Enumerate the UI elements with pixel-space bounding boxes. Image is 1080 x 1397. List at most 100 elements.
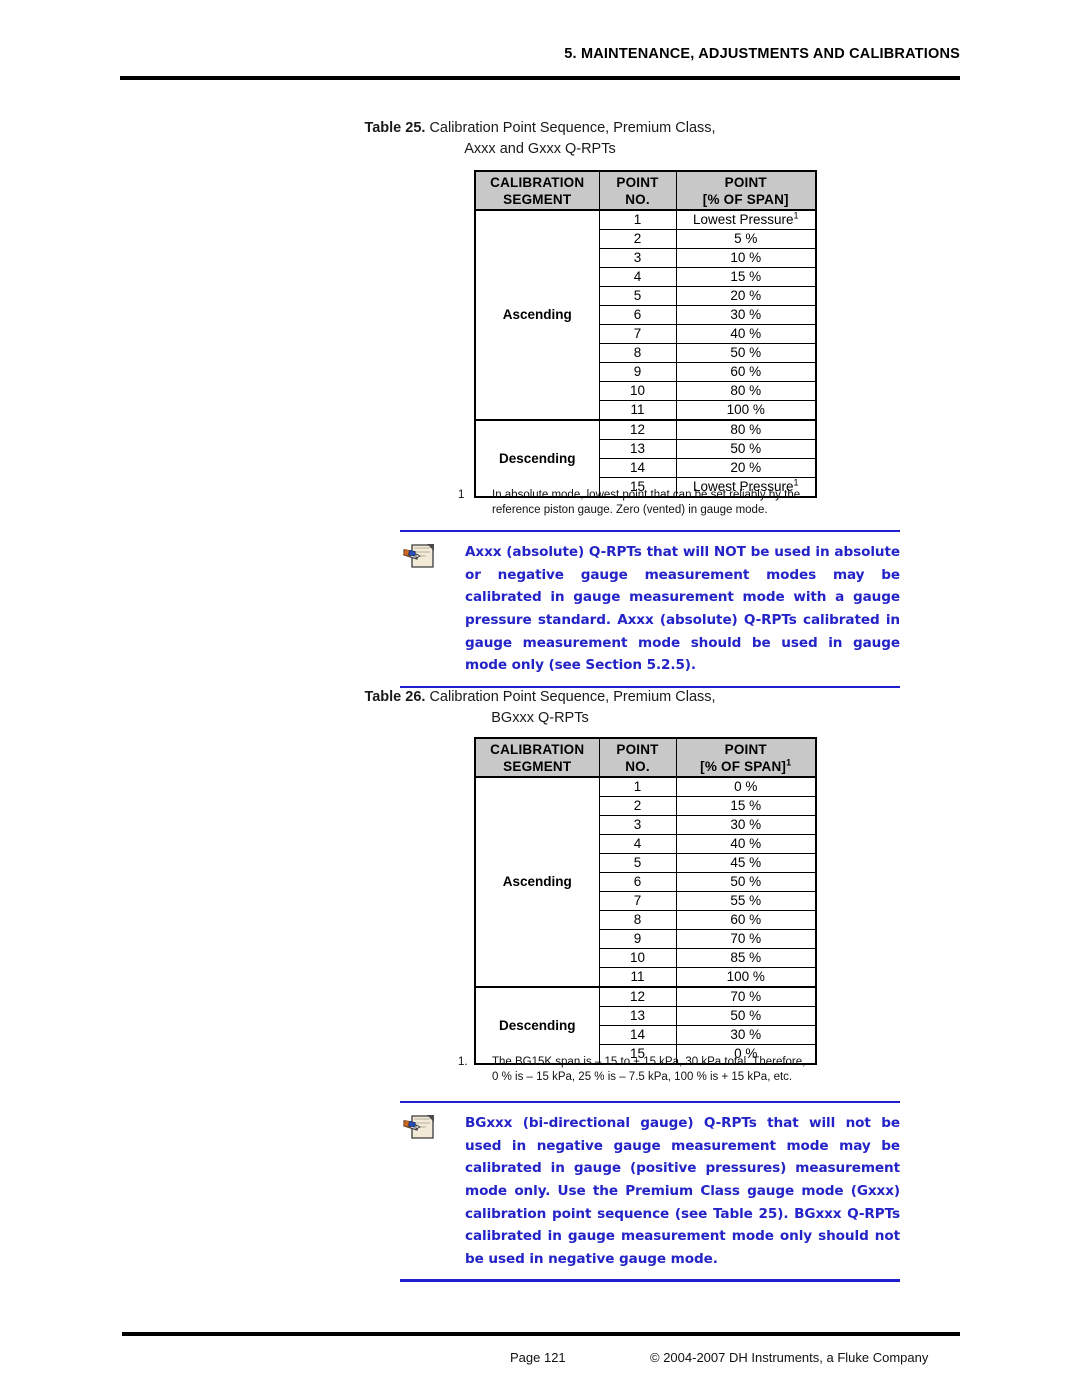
point-number-cell: 2 — [598, 229, 677, 249]
table-26-header-row: CALIBRATION SEGMENT POINT NO. POINT [% O… — [474, 737, 817, 778]
point-span-cell: 100 % — [675, 967, 817, 988]
point-number-cell: 12 — [598, 419, 677, 440]
point-span-cell: 30 % — [675, 815, 817, 835]
note-2-line7: gauge mode. — [619, 1250, 718, 1267]
point-span-cell: 50 % — [675, 343, 817, 363]
segment-cell-descending: Descending — [474, 419, 600, 498]
table-25: CALIBRATION SEGMENT POINT NO. POINT [% O… — [474, 170, 817, 498]
col-segment-line1: CALIBRATION — [490, 741, 585, 757]
point-span-cell: 30 % — [675, 1025, 817, 1045]
point-span-cell: 45 % — [675, 853, 817, 873]
point-span-cell: 50 % — [675, 439, 817, 459]
point-span-cell: 50 % — [675, 872, 817, 892]
table-25-caption-label: Table 25. — [364, 120, 426, 136]
point-number-cell: 3 — [598, 815, 677, 835]
table-26-caption: Table 26. Calibration Point Sequence, Pr… — [280, 687, 800, 729]
col-segment-line2: SEGMENT — [503, 191, 572, 207]
point-span-cell: 20 % — [675, 286, 817, 306]
table-25-head: CALIBRATION SEGMENT POINT NO. POINT [% O… — [474, 170, 817, 211]
table-row: Ascending 1 Lowest Pressure1 — [474, 209, 817, 421]
table-25-caption: Table 25. Calibration Point Sequence, Pr… — [280, 118, 800, 160]
point-number-cell: 10 — [598, 381, 677, 401]
table-25-col-point-no: POINT NO. — [598, 170, 677, 211]
point-number-cell: 5 — [598, 853, 677, 873]
point-number-cell: 11 — [598, 400, 677, 421]
col-point-no-line1: POINT — [616, 741, 659, 757]
table-26-body: Ascending 1 0 % 2 15 % 3 30 % 4 40 % 5 45 % 6 50 % 7 5… — [474, 776, 817, 1065]
col-segment-line1: CALIBRATION — [490, 174, 585, 190]
point-span-cell: 60 % — [675, 910, 817, 930]
table-25-body: Ascending 1 Lowest Pressure1 2 5 % 3 10 % 4 15 %… — [474, 209, 817, 498]
point-number-cell: 8 — [598, 910, 677, 930]
point-number-cell: 7 — [598, 891, 677, 911]
point-number-cell: 12 — [598, 986, 677, 1007]
table-26: CALIBRATION SEGMENT POINT NO. POINT [% O… — [474, 737, 817, 1065]
note-pencil-icon — [402, 542, 436, 570]
table-26-head: CALIBRATION SEGMENT POINT NO. POINT [% O… — [474, 737, 817, 778]
note-1-body: Axxx (absolute) Q-RPTs that will NOT be … — [400, 532, 900, 686]
point-number-cell: 4 — [598, 267, 677, 287]
table-26-col-point-no: POINT NO. — [598, 737, 677, 778]
point-span-cell: 20 % — [675, 458, 817, 478]
table-26-caption-line2: BGxxx Q-RPTs — [491, 710, 589, 726]
table-25-footnote-line2: reference piston gauge. Zero (vented) in… — [492, 504, 768, 516]
table-26-footnote-mark: 1. — [458, 1056, 468, 1068]
table-25-caption-line1: Calibration Point Sequence, Premium Clas… — [429, 120, 716, 136]
point-number-cell: 11 — [598, 967, 677, 988]
table-25-caption-line2: Axxx and Gxxx Q-RPTs — [464, 141, 616, 157]
point-span-cell: 80 % — [675, 419, 817, 440]
segment-cell-ascending: Ascending — [474, 209, 600, 421]
table-row: Descending 12 70 % — [474, 986, 817, 1065]
point-span-cell: 55 % — [675, 891, 817, 911]
footer-copyright: © 2004-2007 DH Instruments, a Fluke Comp… — [650, 1350, 929, 1365]
point-number-cell: 9 — [598, 929, 677, 949]
col-point-no-line2: NO. — [625, 191, 650, 207]
table-26-col-point-span: POINT [% OF SPAN]1 — [675, 737, 817, 778]
point-number-cell: 9 — [598, 362, 677, 382]
table-26-footnote-line1: The BG15K span is – 15 to + 15 kPa, 30 k… — [492, 1056, 806, 1068]
note-pencil-icon — [402, 1113, 436, 1141]
point-number-cell: 6 — [598, 305, 677, 325]
point-number-cell: 7 — [598, 324, 677, 344]
point-span-cell: 70 % — [675, 929, 817, 949]
col-segment-line2: SEGMENT — [503, 758, 572, 774]
point-number-cell: 14 — [598, 458, 677, 478]
note-block-1: Axxx (absolute) Q-RPTs that will NOT be … — [400, 530, 900, 688]
point-number-cell: 13 — [598, 439, 677, 459]
point-number-cell: 6 — [598, 872, 677, 892]
table-26-footnote-line2: 0 % is – 15 kPa, 25 % is – 7.5 kPa, 100 … — [492, 1071, 793, 1083]
point-span-cell: 100 % — [675, 400, 817, 421]
point-number-cell: 5 — [598, 286, 677, 306]
segment-cell-ascending: Ascending — [474, 776, 600, 988]
point-span-cell: 10 % — [675, 248, 817, 268]
footer-divider — [122, 1332, 960, 1336]
point-span-cell: 5 % — [675, 229, 817, 249]
segment-cell-descending: Descending — [474, 986, 600, 1065]
point-span-cell: 0 % — [675, 776, 817, 797]
point-number-cell: 4 — [598, 834, 677, 854]
note-1-text: Axxx (absolute) Q-RPTs that will NOT be … — [465, 541, 900, 677]
point-span-cell: 40 % — [675, 834, 817, 854]
point-number-cell: 2 — [598, 796, 677, 816]
point-span-cell: 80 % — [675, 381, 817, 401]
table-26-caption-line1: Calibration Point Sequence, Premium Clas… — [429, 689, 716, 705]
point-span-cell: 60 % — [675, 362, 817, 382]
note-2-text: BGxxx (bi-directional gauge) Q-RPTs that… — [465, 1112, 900, 1270]
point-number-cell: 1 — [598, 776, 677, 797]
note-2-body: BGxxx (bi-directional gauge) Q-RPTs that… — [400, 1103, 900, 1279]
table-25-col-segment: CALIBRATION SEGMENT — [474, 170, 600, 211]
table-row: Descending 12 80 % — [474, 419, 817, 498]
footer-page-number: Page 121 — [510, 1350, 566, 1365]
point-number-cell: 3 — [598, 248, 677, 268]
col-span-line1: POINT — [724, 174, 767, 190]
table-25-footnote: 1 In absolute mode, lowest point that ca… — [458, 488, 858, 518]
col-span-line2: [% OF SPAN] — [702, 191, 789, 207]
point-span-cell: 40 % — [675, 324, 817, 344]
table-row: Ascending 1 0 % — [474, 776, 817, 988]
table-26-footnote: 1. The BG15K span is – 15 to + 15 kPa, 3… — [458, 1055, 878, 1085]
col-span-line1: POINT — [724, 741, 767, 757]
point-span-cell: Lowest Pressure1 — [675, 209, 817, 230]
table-25-header-row: CALIBRATION SEGMENT POINT NO. POINT [% O… — [474, 170, 817, 211]
point-span-cell: 70 % — [675, 986, 817, 1007]
footnote-superscript: 1 — [793, 477, 799, 488]
